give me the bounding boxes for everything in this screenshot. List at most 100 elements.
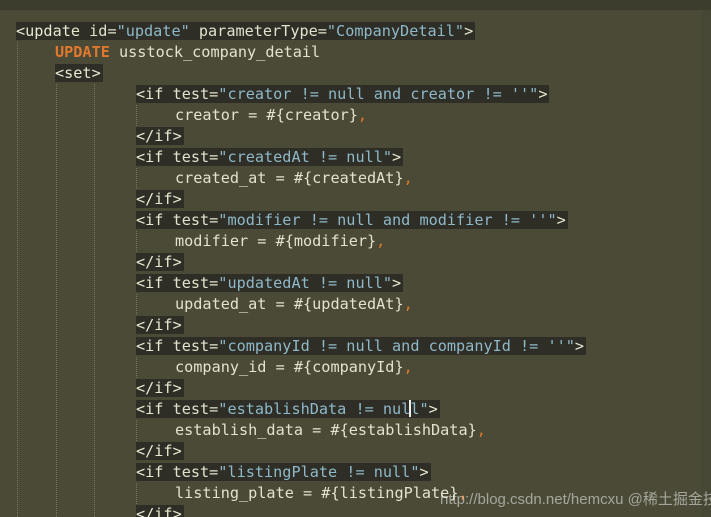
code-token: <if [136,400,173,418]
indent-guide [136,105,137,126]
code-token: > [419,463,429,481]
indent-guide [56,84,57,517]
code-token: </if> [136,442,182,460]
code-line-content: </if> [136,505,184,517]
code-token: , [357,106,368,124]
code-line-content: </if> [136,379,184,397]
code-token: <if [136,148,173,166]
code-line-content: UPDATE usstock_company_detail [55,43,320,61]
code-line-content: </if> [136,316,184,334]
code-token: , [476,421,486,439]
code-token: > [464,22,474,40]
code-token: test= [172,337,219,355]
code-token: "update" [116,22,190,40]
code-line-content: </if> [136,190,184,208]
code-token: test= [172,211,219,229]
code-line[interactable]: </if> [136,126,184,146]
indent-guide [136,231,137,252]
code-line[interactable]: created_at = #{createdAt}, [175,168,413,188]
indent-guide [136,483,137,504]
code-token: <if [136,463,173,481]
code-line-content: created_at = #{createdAt}, [175,169,413,187]
code-line-content: <if test="companyId != null and companyI… [136,337,587,355]
code-token: "createdAt != null" [218,148,393,166]
code-line[interactable]: <if test="establishData != null"> [136,399,440,419]
code-token: </if> [136,505,182,517]
indent-guide [136,294,137,315]
code-line-content: updated_at = #{updatedAt}, [175,295,413,313]
indent-guide [136,357,137,378]
code-token: </if> [136,127,182,145]
indent-guide [136,168,137,189]
code-token: </if> [136,253,182,271]
code-line-content: establish_data = #{establishData}, [175,421,486,439]
indent-guide [94,84,95,517]
editor-top-edge [0,0,711,10]
code-line[interactable]: <if test="updatedAt != null"> [136,273,404,293]
watermark-text: http://blog.csdn.net/hemcxu @稀土掘金技术社区 [440,491,711,508]
code-token: </if> [136,316,182,334]
code-token: created_at = #{createdAt} [175,169,404,187]
code-line[interactable]: updated_at = #{updatedAt}, [175,294,413,314]
code-line[interactable]: UPDATE usstock_company_detail [55,42,320,62]
code-line[interactable]: creator = #{creator}, [175,105,367,125]
code-editor[interactable]: <update id="update" parameterType="Compa… [0,0,711,517]
code-token: , [403,295,413,313]
code-line-content: listing_plate = #{listingPlate}, [175,484,468,502]
code-line[interactable]: <update id="update" parameterType="Compa… [16,21,476,41]
code-token: > [392,274,402,292]
code-token: > [574,337,585,355]
code-token: UPDATE [55,43,110,61]
code-line[interactable]: listing_plate = #{listingPlate}, [175,483,468,503]
code-token: "listingPlate != null" [218,463,420,481]
code-line-content: <if test="modifier != null and modifier … [136,211,568,229]
code-line[interactable]: </if> [136,441,184,461]
code-token: test= [172,400,219,418]
code-line[interactable]: </if> [136,315,184,335]
code-line[interactable]: </if> [136,378,184,398]
code-token: parameterType= [189,22,327,40]
code-token-part: "establishData != nul [218,400,411,418]
code-line[interactable]: <if test="companyId != null and companyI… [136,336,587,356]
code-line[interactable]: </if> [136,252,184,272]
indent-guide [17,42,18,517]
code-token: test= [172,148,219,166]
code-line[interactable]: </if> [136,504,184,517]
code-line-content: creator = #{creator}, [175,106,367,124]
code-line[interactable]: <if test="createdAt != null"> [136,147,404,167]
code-line[interactable]: modifier = #{modifier}, [175,231,385,251]
code-token: <if [136,211,173,229]
code-line-content: </if> [136,253,184,271]
code-token-part: l" [410,400,429,418]
code-line-content: <if test="createdAt != null"> [136,148,404,166]
code-token: creator = #{creator} [175,106,358,124]
code-line[interactable]: <if test="creator != null and creator !=… [136,84,550,104]
code-token: usstock_company_detail [109,43,321,61]
code-token: <set> [55,64,101,82]
code-token: , [403,358,413,376]
code-token: "updatedAt != null" [218,274,393,292]
code-line[interactable]: <set> [55,63,103,83]
code-line-content: </if> [136,127,184,145]
code-token: , [403,169,413,187]
code-token: test= [172,274,219,292]
code-line[interactable]: </if> [136,189,184,209]
code-token: modifier = #{modifier} [175,232,377,250]
code-line-content: <if test="establishData != null"> [136,400,440,418]
code-line-content: modifier = #{modifier}, [175,232,385,250]
code-line[interactable]: <if test="modifier != null and modifier … [136,210,568,230]
code-token: "creator != null and creator != ''" [218,85,539,103]
code-line[interactable]: establish_data = #{establishData}, [175,420,486,440]
code-token: > [538,85,548,103]
code-token: company_id = #{companyId} [175,358,404,376]
code-token: "modifier != null and modifier != ''" [218,211,557,229]
code-line[interactable]: <if test="listingPlate != null"> [136,462,431,482]
code-token: <if [136,274,173,292]
code-token: > [428,400,438,418]
code-token: updated_at = #{updatedAt} [175,295,404,313]
code-line[interactable]: company_id = #{companyId}, [175,357,413,377]
code-token: test= [172,463,219,481]
code-line-content: <update id="update" parameterType="Compa… [16,22,476,40]
vertical-scrollbar[interactable] [701,10,711,517]
code-line-content: <if test="creator != null and creator !=… [136,85,550,103]
